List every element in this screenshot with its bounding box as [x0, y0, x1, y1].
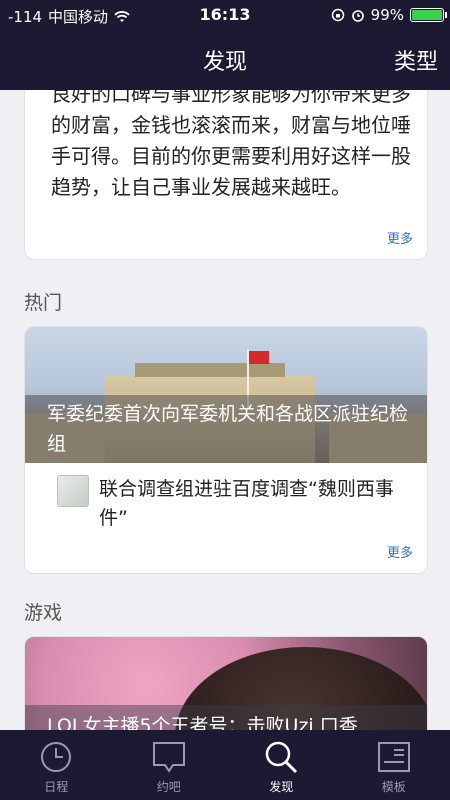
chat-bubble-icon — [152, 742, 185, 773]
battery-fill — [412, 10, 442, 20]
game-hero-image[interactable]: LOL女主播5个王者号：击败Uzi 口香 — [25, 637, 427, 730]
flag-icon — [249, 351, 269, 364]
tab-label: 发现 — [269, 780, 294, 794]
battery-percent: 99% — [370, 6, 404, 24]
rotation-lock-icon — [331, 8, 344, 22]
hot-news-card[interactable]: 军委纪委首次向军委机关和各战区派驻纪检组 联合调查组进驻百度调查“魏则西事件” … — [24, 326, 428, 574]
tab-template[interactable]: 模板 — [338, 730, 450, 800]
game-hero-caption: LOL女主播5个王者号：击败Uzi 口香 — [25, 705, 427, 730]
search-icon — [266, 741, 298, 774]
status-bar: -114 中国移动 16:13 99% — [0, 0, 450, 30]
clock-icon — [41, 742, 72, 772]
tab-meetup[interactable]: 约吧 — [113, 730, 226, 800]
tab-label: 约吧 — [156, 780, 181, 794]
alarm-icon — [351, 10, 364, 22]
section-title-hot: 热门 — [24, 292, 63, 314]
hot-sub-title: 联合调查组进驻百度调查“魏则西事件” — [99, 478, 394, 529]
fortune-text: 良好的口碑与事业形象能够为你带来更多的财富，金钱也滚滚而来，财富与地位唾手可得。… — [51, 90, 411, 199]
page-title: 发现 — [202, 50, 247, 75]
template-icon — [377, 742, 410, 772]
discover-feed[interactable]: 良好的口碑与事业形象能够为你带来更多的财富，金钱也滚滚而来，财富与地位唾手可得。… — [0, 90, 450, 730]
article-thumbnail — [57, 475, 89, 507]
tab-label: 日程 — [44, 780, 69, 794]
battery-icon — [410, 8, 447, 22]
hot-hero-caption: 军委纪委首次向军委机关和各战区派驻纪检组 — [25, 395, 427, 463]
game-news-card[interactable]: LOL女主播5个王者号：击败Uzi 口香 — [24, 636, 428, 730]
hot-hero-image[interactable]: 军委纪委首次向军委机关和各战区派驻纪检组 — [25, 327, 427, 463]
section-title-game: 游戏 — [24, 602, 63, 624]
fortune-more-link[interactable]: 更多 — [387, 228, 413, 247]
tab-schedule[interactable]: 日程 — [0, 730, 113, 800]
status-right: 99% — [331, 6, 447, 24]
hot-more-link[interactable]: 更多 — [387, 542, 413, 561]
hot-sub-article[interactable]: 联合调查组进驻百度调查“魏则西事件” — [57, 475, 397, 533]
nav-bar: 发现 类型 — [0, 30, 450, 90]
tab-discover[interactable]: 发现 — [225, 730, 338, 800]
tab-label: 模板 — [381, 780, 406, 794]
tab-bar: 日程 约吧 发现 模板 — [0, 730, 450, 800]
type-button[interactable]: 类型 — [394, 44, 438, 76]
fortune-card[interactable]: 良好的口碑与事业形象能够为你带来更多的财富，金钱也滚滚而来，财富与地位唾手可得。… — [24, 90, 428, 260]
